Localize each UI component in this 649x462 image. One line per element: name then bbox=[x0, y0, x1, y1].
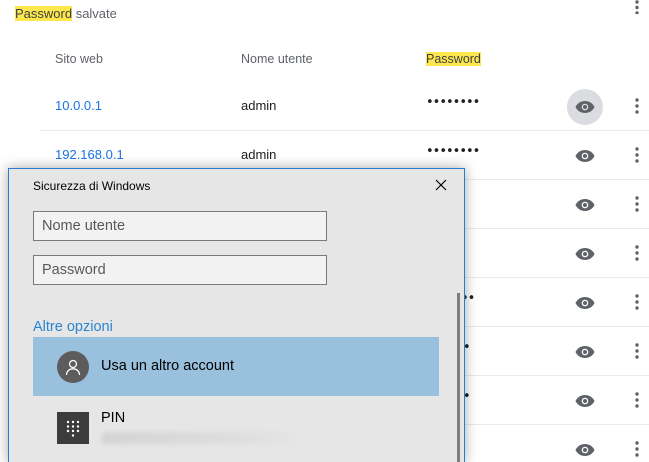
password-value: •••••••• bbox=[426, 95, 480, 110]
eye-icon[interactable] bbox=[567, 432, 603, 462]
option-pin[interactable]: PIN bbox=[33, 400, 439, 459]
password-value: •••••••• bbox=[426, 144, 480, 159]
username-value: admin bbox=[241, 147, 277, 162]
eye-icon[interactable] bbox=[567, 285, 603, 321]
more-vertical-icon[interactable] bbox=[630, 145, 644, 165]
eye-icon[interactable] bbox=[567, 334, 603, 370]
more-vertical-icon[interactable] bbox=[630, 292, 644, 312]
username-field[interactable] bbox=[33, 211, 327, 241]
column-header-password-label: Password bbox=[426, 52, 481, 66]
column-header-site: Sito web bbox=[55, 52, 103, 66]
section-title-highlight: Password bbox=[15, 6, 73, 21]
section-title-rest: salvate bbox=[72, 6, 117, 21]
eye-icon[interactable] bbox=[567, 236, 603, 272]
eye-icon[interactable] bbox=[567, 138, 603, 174]
column-header-username: Nome utente bbox=[241, 52, 313, 66]
more-vertical-icon[interactable] bbox=[630, 390, 644, 410]
option-label: PIN bbox=[101, 410, 126, 426]
option-label: Usa un altro account bbox=[101, 358, 234, 374]
close-icon[interactable] bbox=[433, 177, 449, 193]
windows-security-dialog: Sicurezza di Windows Altre opzioni Usa u… bbox=[8, 168, 465, 462]
eye-icon[interactable] bbox=[567, 383, 603, 419]
dialog-title: Sicurezza di Windows bbox=[33, 179, 151, 193]
eye-icon[interactable] bbox=[567, 187, 603, 223]
dialog-scrollbar[interactable] bbox=[457, 293, 460, 462]
pin-keypad-icon bbox=[57, 412, 89, 444]
eye-icon[interactable] bbox=[567, 89, 603, 125]
site-link[interactable]: 10.0.0.1 bbox=[55, 98, 102, 113]
user-avatar-icon bbox=[57, 351, 89, 383]
more-vertical-icon[interactable] bbox=[627, 0, 647, 15]
redacted-account-text bbox=[101, 432, 301, 444]
more-vertical-icon[interactable] bbox=[630, 96, 644, 116]
screen: Password salvate Sito web Nome utente Pa… bbox=[0, 0, 649, 462]
username-value: admin bbox=[241, 98, 277, 113]
site-link[interactable]: 192.168.0.1 bbox=[55, 147, 124, 162]
column-header-password: Password bbox=[426, 52, 481, 66]
password-row: 10.0.0.1 admin •••••••• bbox=[40, 82, 649, 131]
section-title: Password salvate bbox=[15, 6, 117, 21]
more-vertical-icon[interactable] bbox=[630, 439, 644, 459]
more-vertical-icon[interactable] bbox=[630, 341, 644, 361]
more-vertical-icon[interactable] bbox=[630, 194, 644, 214]
more-options-link[interactable]: Altre opzioni bbox=[33, 319, 113, 335]
more-vertical-icon[interactable] bbox=[630, 243, 644, 263]
password-field[interactable] bbox=[33, 255, 327, 285]
option-use-another-account[interactable]: Usa un altro account bbox=[33, 337, 439, 396]
